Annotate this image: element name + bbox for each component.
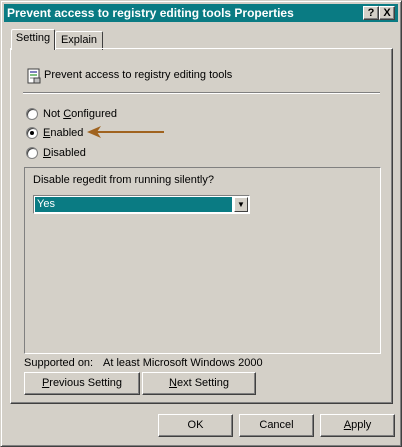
cancel-button[interactable]: Cancel [239,414,314,437]
tab-setting[interactable]: Setting [11,29,55,50]
chevron-down-icon: ▼ [237,200,245,209]
radio-button[interactable] [26,108,38,120]
radio-not-configured-label: Not Configured [43,108,118,120]
combobox-selected-value: Yes [35,197,232,212]
cancel-label: Cancel [259,419,294,431]
radio-enabled[interactable]: Enabled [26,125,83,141]
arrow-left-icon [87,126,164,138]
policy-setting-icon [27,68,41,84]
options-box: Disable regedit from running silently? Y… [24,167,381,354]
previous-setting-label: Previous Setting [41,377,123,389]
separator [23,92,380,94]
apply-label: Apply [343,419,372,431]
tab-setting-label: Setting [15,32,51,44]
title-bar[interactable]: Prevent access to registry editing tools… [4,4,398,22]
supported-on-label: Supported on: [24,357,94,369]
option-label: Disable regedit from running silently? [33,174,214,186]
supported-on-value: At least Microsoft Windows 2000 [103,357,263,369]
help-button[interactable]: ? [363,6,379,20]
radio-disabled-label: Disabled [43,147,86,159]
setting-tab-panel: Prevent access to registry editing tools… [10,48,393,404]
properties-window: Prevent access to registry editing tools… [0,0,402,447]
help-icon: ? [367,7,375,19]
radio-enabled-label: Enabled [43,127,84,139]
next-setting-label: Next Setting [169,377,229,389]
silent-regedit-combobox[interactable]: Yes ▼ [33,195,250,214]
radio-disabled[interactable]: Disabled [26,145,86,161]
tab-explain-label: Explain [60,34,98,46]
previous-setting-button[interactable]: Previous Setting [24,372,140,395]
radio-button[interactable] [26,147,38,159]
close-button[interactable]: X [379,6,395,20]
radio-not-configured[interactable]: Not Configured [26,106,117,122]
ok-label: OK [187,419,204,431]
next-setting-button[interactable]: Next Setting [142,372,256,395]
close-icon: X [383,7,391,19]
apply-button[interactable]: Apply [320,414,395,437]
policy-title: Prevent access to registry editing tools [44,69,233,81]
radio-button-selected[interactable] [26,127,38,139]
dropdown-button[interactable]: ▼ [234,197,248,212]
window-title: Prevent access to registry editing tools… [7,6,294,20]
ok-button[interactable]: OK [158,414,233,437]
